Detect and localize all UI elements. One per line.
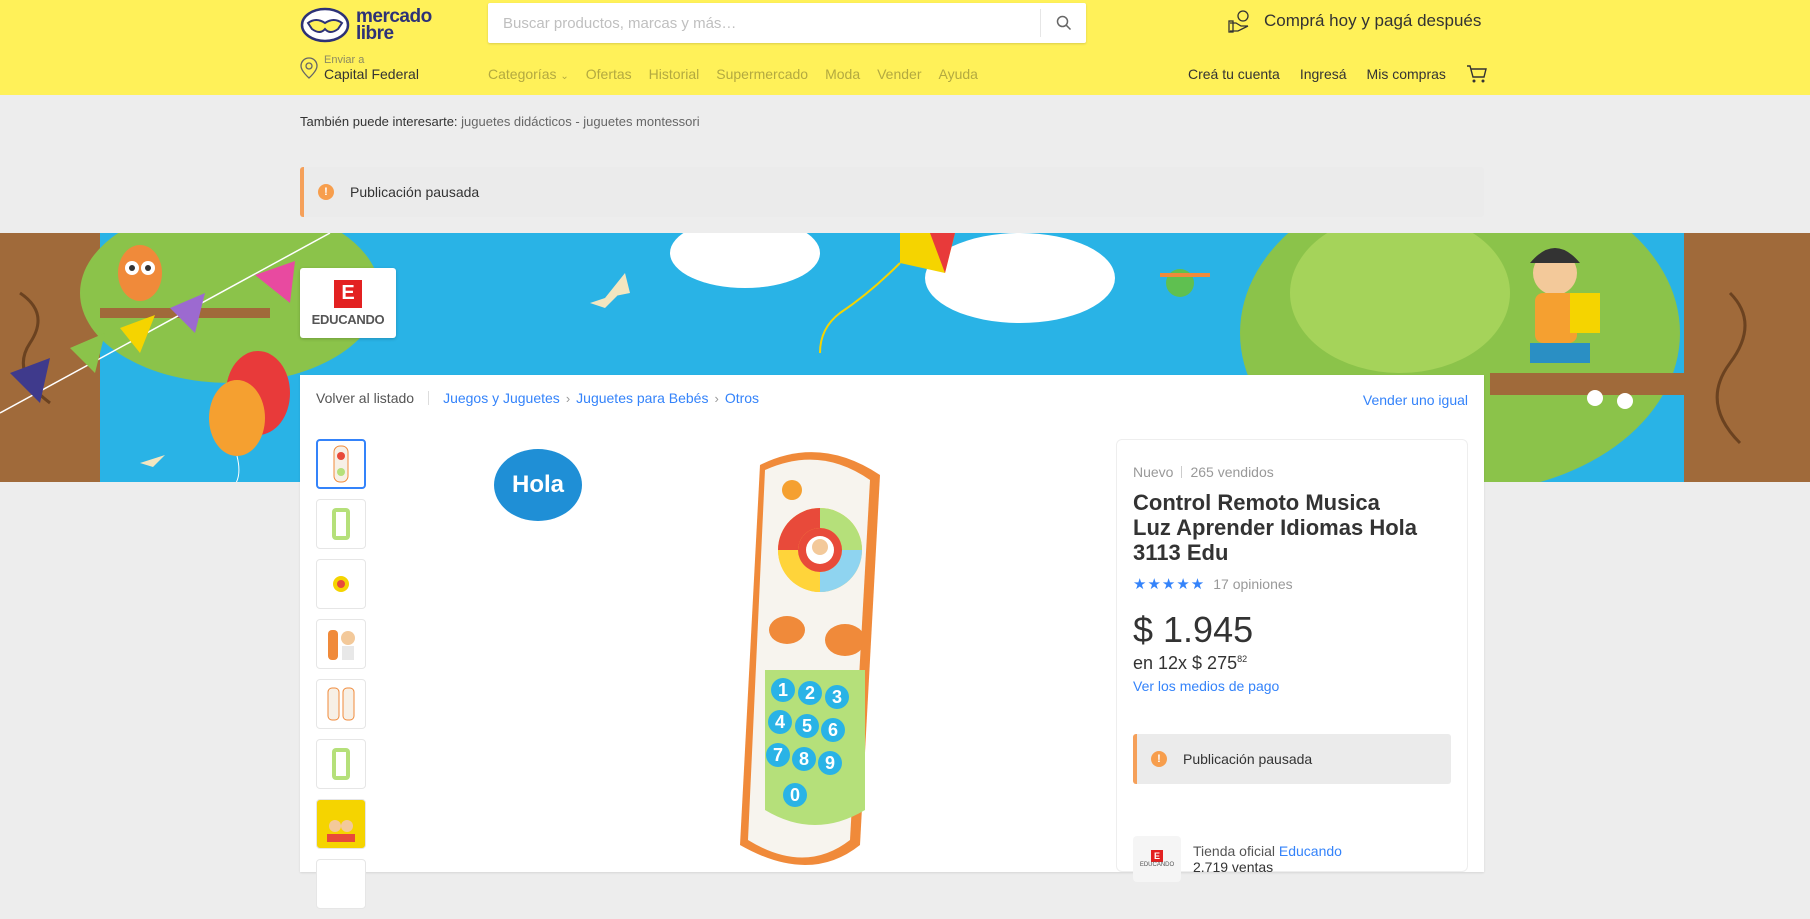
seller-name-link[interactable]: Educando [1279, 843, 1342, 859]
mercadolibre-logo[interactable]: mercado libre [300, 4, 440, 46]
product-card: Volver al listado Juegos y Juguetes › Ju… [300, 375, 1484, 909]
key-9: 9 [825, 753, 835, 773]
chevron-down-icon: ⌄ [560, 71, 569, 82]
back-to-list-link[interactable]: Volver al listado [316, 390, 414, 406]
official-store-label: Tienda oficial [1193, 843, 1275, 859]
location-selector[interactable]: Enviar a Capital Federal [300, 54, 419, 82]
key-4: 4 [775, 712, 785, 732]
search-icon [1056, 15, 1071, 31]
sell-same-link[interactable]: Vender uno igual [1363, 392, 1468, 408]
nav-historial[interactable]: Historial [649, 66, 700, 82]
store-logo-name: EDUCANDO [311, 311, 385, 327]
location-label: Enviar a [324, 54, 365, 66]
chevron-right-icon: › [714, 390, 719, 406]
payment-methods-link[interactable]: Ver los medios de pago [1133, 678, 1451, 694]
chevron-right-icon: › [565, 390, 571, 406]
nav-vender[interactable]: Vender [877, 66, 921, 82]
logo-line2: libre [356, 23, 394, 44]
also-interest-links[interactable]: juguetes didácticos - juguetes montessor… [461, 114, 699, 129]
key-7: 7 [773, 745, 783, 765]
also-interest: También puede interesarte: juguetes didá… [300, 114, 700, 129]
hand-coin-icon [1228, 10, 1249, 33]
nav-menu: Categorías ⌄ Ofertas Historial Supermerc… [488, 66, 978, 82]
price: $ 1.945 [1133, 609, 1254, 650]
store-logo[interactable]: E EDUCANDO [300, 268, 396, 338]
store-logo-letter: E [334, 279, 362, 308]
search-input[interactable] [488, 3, 1040, 43]
thumbnail[interactable] [316, 559, 366, 609]
warning-icon: ! [1151, 751, 1167, 767]
nav-supermercado[interactable]: Supermercado [716, 66, 808, 82]
header: mercadolibre Comprá hoy y pagá después E… [0, 0, 1810, 95]
nav-categorias[interactable]: Categorías ⌄ [488, 66, 569, 82]
thumbnail[interactable] [316, 619, 366, 669]
installments-prefix: en 12x $ 275 [1133, 653, 1238, 673]
paused-alert-small: ! Publicación pausada [1133, 734, 1451, 784]
breadcrumb-divider [428, 391, 430, 405]
subtitle-divider [1181, 466, 1183, 478]
product-title: Control Remoto Musica Luz Aprender Idiom… [1133, 490, 1418, 565]
nav-ofertas[interactable]: Ofertas [586, 66, 632, 82]
account-menu: Creá tu cuenta Ingresá Mis compras [1188, 64, 1488, 84]
handshake-icon [300, 7, 350, 43]
key-3: 3 [832, 687, 842, 707]
create-account-link[interactable]: Creá tu cuenta [1188, 66, 1280, 82]
breadcrumb-bebes[interactable]: Juguetes para Bebés [576, 390, 708, 406]
hola-logo: Hola [512, 471, 565, 498]
key-1: 1 [778, 680, 788, 700]
installments-cents: 82 [1237, 654, 1248, 664]
key-0: 0 [790, 785, 800, 805]
location-value: Capital Federal [324, 66, 419, 82]
star-rating-icon: ★★★★★ [1133, 576, 1206, 593]
thumbnail-gallery [316, 439, 366, 919]
thumbnail[interactable] [316, 739, 366, 789]
seller-logo[interactable]: E EDUCANDO [1133, 836, 1181, 882]
location-pin-icon [300, 57, 318, 79]
paused-alert-small-text: Publicación pausada [1183, 751, 1313, 767]
product-subtitle: Nuevo 265 vendidos [1133, 464, 1451, 480]
breadcrumb-juegos[interactable]: Juegos y Juguetes [443, 390, 560, 406]
installments: en 12x $ 27582 [1133, 653, 1451, 674]
thumbnail[interactable] [316, 499, 366, 549]
nav-moda[interactable]: Moda [825, 66, 860, 82]
paused-alert-text: Publicación pausada [350, 184, 480, 200]
search-button[interactable] [1040, 9, 1086, 37]
thumbnail[interactable] [316, 799, 366, 849]
seller-logo-name: EDUCANDO [1139, 862, 1175, 868]
breadcrumb: Volver al listado Juegos y Juguetes › Ju… [316, 390, 759, 406]
also-interest-label: También puede interesarte: [300, 114, 458, 129]
key-5: 5 [802, 716, 812, 736]
promo-banner[interactable]: Comprá hoy y pagá después [1228, 9, 1481, 33]
rating[interactable]: ★★★★★ 17 opiniones [1133, 575, 1451, 593]
seller-info: E EDUCANDO Tienda oficial Educando 2.719… [1133, 836, 1451, 882]
login-link[interactable]: Ingresá [1300, 66, 1347, 82]
thumbnail[interactable] [316, 679, 366, 729]
seller-logo-letter: E [1151, 850, 1163, 862]
cart-icon[interactable] [1466, 64, 1488, 84]
key-8: 8 [799, 749, 809, 769]
warning-icon: ! [318, 184, 334, 200]
reviews-count: 17 opiniones [1213, 576, 1293, 592]
breadcrumb-otros[interactable]: Otros [725, 390, 759, 406]
thumbnail[interactable] [316, 439, 366, 489]
search-bar [488, 3, 1086, 43]
seller-sales: 2.719 ventas [1193, 859, 1274, 875]
promo-text: Comprá hoy y pagá después [1264, 11, 1482, 30]
product-main-image[interactable]: Hola 1 2 3 4 5 6 7 8 9 0 [490, 445, 1050, 872]
thumbnail[interactable] [316, 859, 366, 909]
sold-count: 265 vendidos [1190, 464, 1274, 480]
key-6: 6 [828, 720, 838, 740]
paused-alert: ! Publicación pausada [300, 167, 1484, 217]
buy-box: Nuevo 265 vendidos Control Remoto Musica… [1116, 439, 1468, 882]
condition: Nuevo [1133, 464, 1174, 480]
nav-ayuda[interactable]: Ayuda [938, 66, 977, 82]
key-2: 2 [805, 683, 815, 703]
purchases-link[interactable]: Mis compras [1367, 66, 1446, 82]
